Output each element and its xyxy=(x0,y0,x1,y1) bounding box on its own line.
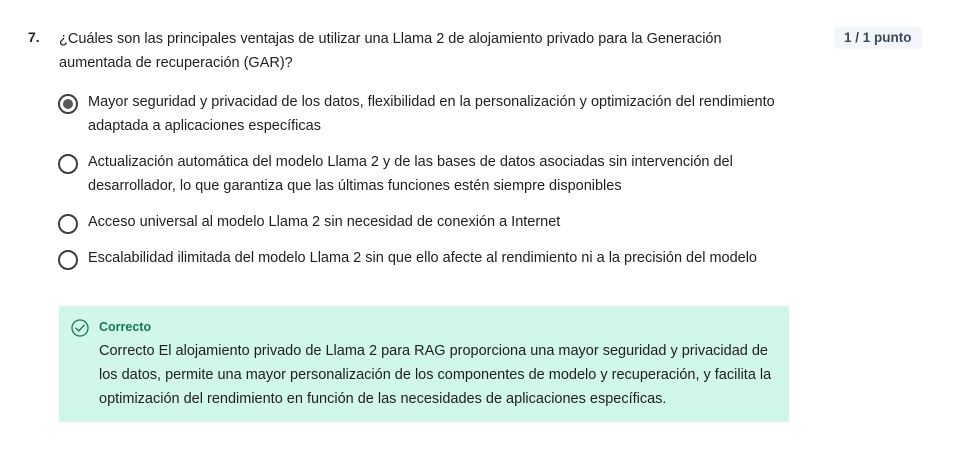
radio-button[interactable] xyxy=(58,250,78,270)
answer-option-label: Actualización automática del modelo Llam… xyxy=(88,154,733,194)
answer-option-label: Acceso universal al modelo Llama 2 sin n… xyxy=(88,214,561,230)
check-circle-icon xyxy=(71,319,89,337)
answer-option-2[interactable]: Actualización automática del modelo Llam… xyxy=(58,153,778,198)
radio-button-selected[interactable] xyxy=(58,94,78,114)
answer-option-label: Escalabilidad ilimitada del modelo Llama… xyxy=(88,250,757,266)
question-number: 7. xyxy=(28,29,40,45)
radio-button[interactable] xyxy=(58,214,78,234)
answer-option-1[interactable]: Mayor seguridad y privacidad de los dato… xyxy=(58,93,778,138)
answer-option-4[interactable]: Escalabilidad ilimitada del modelo Llama… xyxy=(58,249,778,270)
question-text: ¿Cuáles son las principales ventajas de … xyxy=(59,31,722,71)
feedback-title: Correcto xyxy=(99,320,152,334)
radio-button[interactable] xyxy=(58,154,78,174)
answer-option-3[interactable]: Acceso universal al modelo Llama 2 sin n… xyxy=(58,213,778,234)
feedback-text: Correcto El alojamiento privado de Llama… xyxy=(99,343,772,407)
feedback-panel: Correcto Correcto El alojamiento privado… xyxy=(59,306,789,422)
answer-option-label: Mayor seguridad y privacidad de los dato… xyxy=(88,94,775,134)
score-badge: 1 / 1 punto xyxy=(834,27,922,49)
